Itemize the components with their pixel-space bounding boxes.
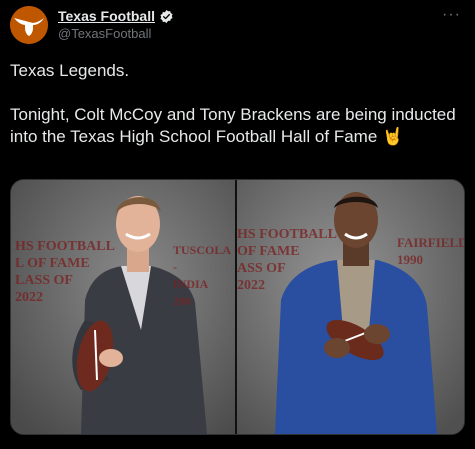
more-horizontal-icon[interactable]: ···	[442, 6, 461, 24]
verified-badge-icon	[160, 9, 173, 23]
longhorn-logo-icon	[10, 6, 48, 44]
author-handle[interactable]: @TexasFootball	[58, 26, 151, 41]
wall-text-left: HS FOOTBALL L OF FAME LASS OF 2022	[15, 239, 115, 305]
photo-tony-brackens[interactable]: HS FOOTBALL OF FAME ASS OF 2022 FAIRFIEL…	[237, 180, 464, 434]
portrait-image	[237, 180, 464, 434]
wall-text-right: TUSCOLA - INDIA 200	[173, 243, 231, 308]
tweet-card: Texas Football @TexasFootball ··· Texas …	[0, 0, 475, 449]
tweet-media[interactable]: HS FOOTBALL L OF FAME LASS OF 2022 TUSCO…	[10, 179, 465, 435]
author-name-row: Texas Football	[58, 8, 174, 24]
wall-text-left: HS FOOTBALL OF FAME ASS OF 2022	[237, 227, 337, 293]
wall-text-right: FAIRFIELD 1990	[397, 235, 464, 267]
tweet-text: Texas Legends. Tonight, Colt McCoy and T…	[10, 61, 456, 146]
avatar[interactable]	[10, 6, 48, 44]
author-name[interactable]: Texas Football	[58, 8, 155, 24]
photo-colt-mccoy[interactable]: HS FOOTBALL L OF FAME LASS OF 2022 TUSCO…	[11, 180, 235, 434]
